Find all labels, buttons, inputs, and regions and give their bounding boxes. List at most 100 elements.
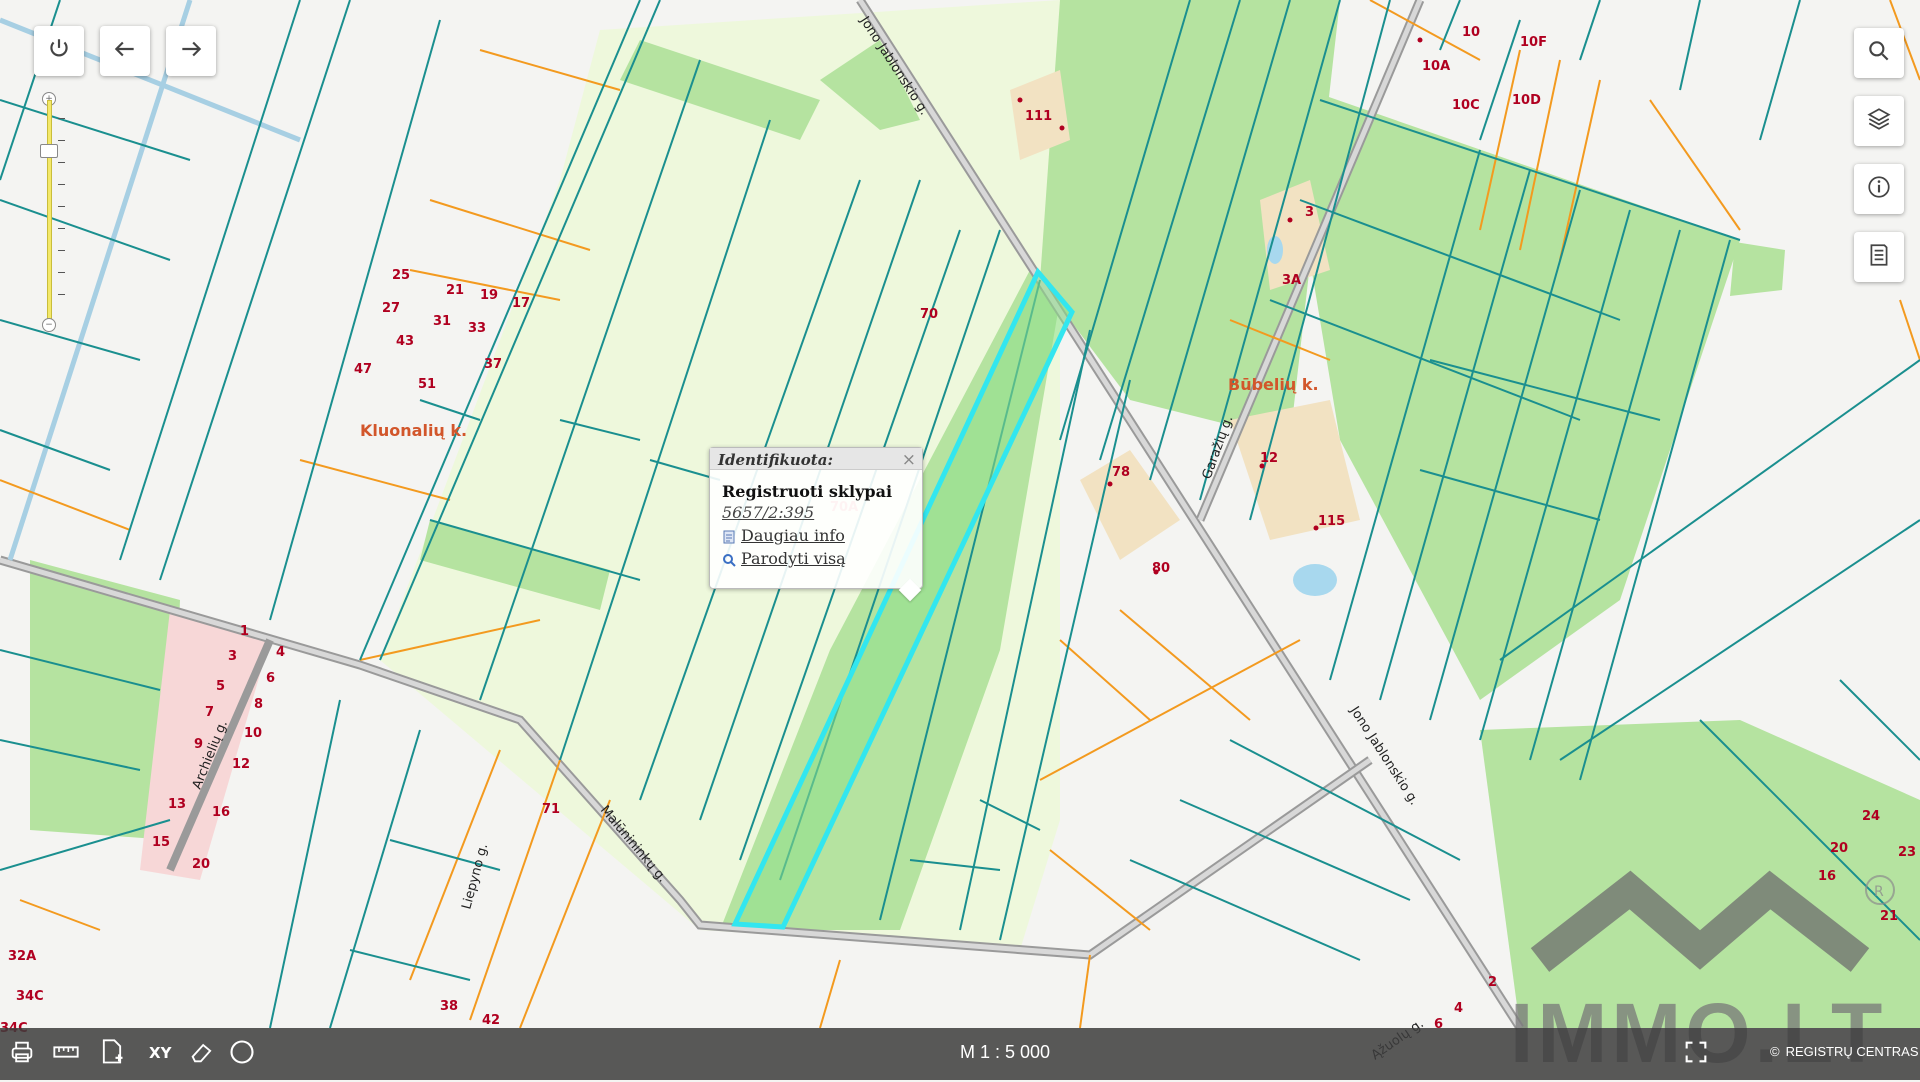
svg-text:16: 16 [212, 805, 230, 820]
svg-text:43: 43 [396, 334, 414, 349]
measure-button[interactable] [50, 1038, 82, 1070]
svg-text:10: 10 [244, 726, 262, 741]
svg-text:115: 115 [1318, 514, 1345, 529]
svg-text:Kluonalių k.: Kluonalių k. [360, 421, 467, 440]
svg-text:10D: 10D [1512, 93, 1541, 108]
back-button[interactable] [100, 26, 150, 76]
show-all-label: Parodyti visą [741, 549, 846, 568]
magnifier-icon [722, 552, 736, 567]
svg-text:21: 21 [1880, 909, 1898, 924]
svg-text:9: 9 [194, 737, 203, 752]
add-document-icon [98, 1038, 126, 1070]
svg-text:13: 13 [168, 797, 186, 812]
print-icon [8, 1038, 36, 1070]
power-button[interactable] [34, 26, 84, 76]
svg-text:111: 111 [1025, 109, 1052, 124]
document-icon [722, 529, 736, 543]
svg-text:10A: 10A [1422, 59, 1450, 74]
svg-text:78: 78 [1112, 465, 1130, 480]
svg-text:2: 2 [1488, 975, 1497, 990]
zoom-tick [58, 140, 65, 141]
bottom-toolbar: XY M 1 : 5 000 © REGISTRŲ CENTRAS [0, 1028, 1920, 1080]
forward-button[interactable] [166, 26, 216, 76]
zoom-track[interactable] [47, 100, 52, 326]
show-all-link[interactable]: Parodyti visą [722, 549, 922, 568]
svg-text:7: 7 [205, 705, 214, 720]
svg-text:51: 51 [418, 377, 436, 392]
legend-icon [1866, 242, 1892, 272]
svg-text:3A: 3A [1282, 273, 1301, 288]
zoom-tick [58, 272, 65, 273]
svg-text:8: 8 [254, 697, 263, 712]
eraser-button[interactable] [186, 1038, 218, 1070]
fullscreen-button[interactable] [1680, 1038, 1712, 1070]
close-icon[interactable]: × [902, 450, 916, 470]
svg-text:10F: 10F [1520, 35, 1547, 50]
info-button[interactable] [1854, 164, 1904, 214]
print-button[interactable] [6, 1038, 38, 1070]
parcel-id-link[interactable]: 5657/2:395 [722, 503, 922, 522]
svg-text:47: 47 [354, 362, 372, 377]
svg-text:19: 19 [480, 288, 498, 303]
svg-text:XY: XY [149, 1044, 173, 1062]
svg-text:71: 71 [542, 802, 560, 817]
zoom-tick [58, 228, 65, 229]
svg-text:31: 31 [433, 314, 451, 329]
zoom-out-icon[interactable]: − [42, 318, 56, 332]
svg-text:32A: 32A [8, 949, 36, 964]
svg-text:42: 42 [482, 1013, 500, 1028]
svg-text:3: 3 [228, 649, 237, 664]
fullscreen-icon [1682, 1038, 1710, 1070]
legend-button[interactable] [1854, 232, 1904, 282]
svg-text:10: 10 [1462, 25, 1480, 40]
scale-label: M 1 : 5 000 [960, 1042, 1051, 1062]
svg-text:25: 25 [392, 268, 410, 283]
zoom-tick [58, 206, 65, 207]
info-icon [1866, 174, 1892, 204]
cadastral-map[interactable]: Jono Jablonskio g. Jono Jablonskio g. Ma… [0, 0, 1920, 1080]
zoom-tick [58, 250, 65, 251]
ruler-icon [52, 1038, 80, 1070]
add-document-button[interactable] [96, 1038, 128, 1070]
power-icon [46, 36, 72, 66]
popup-header: Identifikuota: [710, 448, 922, 470]
svg-text:16: 16 [1818, 869, 1836, 884]
svg-text:34C: 34C [16, 989, 44, 1004]
xy-button[interactable]: XY [146, 1038, 178, 1070]
arrow-left-icon [112, 36, 138, 66]
credit-label: REGISTRŲ CENTRAS [1785, 1044, 1919, 1059]
more-info-link[interactable]: Daugiau info [722, 526, 922, 545]
popup-title: Registruoti sklypai [722, 482, 893, 501]
circle-button[interactable] [226, 1038, 258, 1070]
arrow-right-icon [178, 36, 204, 66]
svg-text:17: 17 [512, 296, 530, 311]
svg-text:70: 70 [920, 307, 938, 322]
copyright-icon: © [1770, 1044, 1780, 1059]
svg-text:37: 37 [484, 357, 502, 372]
svg-text:5: 5 [216, 679, 225, 694]
xy-icon: XY [148, 1038, 176, 1070]
svg-text:21: 21 [446, 283, 464, 298]
zoom-tick [58, 294, 65, 295]
svg-text:20: 20 [192, 857, 210, 872]
layers-icon [1866, 106, 1892, 136]
svg-text:27: 27 [382, 301, 400, 316]
zoom-handle[interactable] [40, 144, 58, 158]
svg-text:6: 6 [266, 671, 275, 686]
circle-icon [228, 1038, 256, 1070]
svg-text:4: 4 [276, 645, 285, 660]
zoom-tick [58, 118, 65, 119]
search-icon [1866, 38, 1892, 68]
svg-text:38: 38 [440, 999, 458, 1014]
svg-text:Būbelių k.: Būbelių k. [1228, 375, 1319, 394]
more-info-label: Daugiau info [741, 526, 845, 545]
zoom-slider[interactable]: + − [40, 92, 65, 332]
search-button[interactable] [1854, 28, 1904, 78]
svg-text:4: 4 [1454, 1001, 1463, 1016]
layers-button[interactable] [1854, 96, 1904, 146]
svg-text:23: 23 [1898, 845, 1916, 860]
svg-text:1: 1 [240, 624, 249, 639]
credit: © REGISTRŲ CENTRAS [1770, 1044, 1919, 1059]
svg-text:3: 3 [1305, 205, 1314, 220]
svg-text:10C: 10C [1452, 98, 1480, 113]
